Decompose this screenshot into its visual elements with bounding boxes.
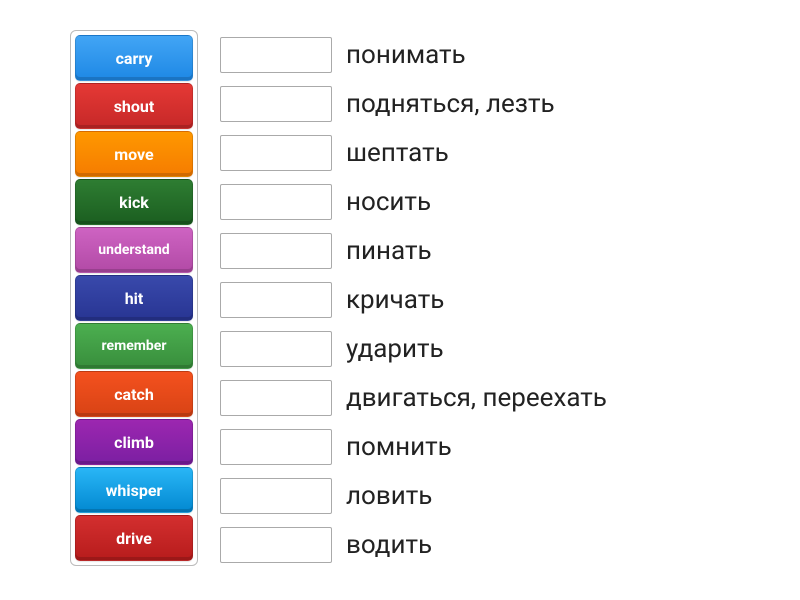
word-tile-remember[interactable]: remember: [75, 323, 193, 369]
drop-slot[interactable]: [220, 135, 332, 171]
answer-label: кричать: [346, 285, 444, 315]
drop-slot[interactable]: [220, 380, 332, 416]
word-tile-understand[interactable]: understand: [75, 227, 193, 273]
drop-slot[interactable]: [220, 527, 332, 563]
answer-label: пинать: [346, 236, 432, 266]
answer-row: подняться, лезть: [220, 79, 607, 128]
answer-label: водить: [346, 530, 432, 560]
drop-slot[interactable]: [220, 331, 332, 367]
word-label: remember: [102, 338, 167, 354]
word-tile-climb[interactable]: climb: [75, 419, 193, 465]
answer-row: ловить: [220, 471, 607, 520]
answer-label: ударить: [346, 334, 444, 364]
word-tile-catch[interactable]: catch: [75, 371, 193, 417]
answer-row: шептать: [220, 128, 607, 177]
drop-slot[interactable]: [220, 37, 332, 73]
word-label: shout: [114, 97, 155, 116]
answer-row: водить: [220, 520, 607, 569]
word-tile-drive[interactable]: drive: [75, 515, 193, 561]
drop-slot[interactable]: [220, 233, 332, 269]
answer-row: пинать: [220, 226, 607, 275]
answer-row: кричать: [220, 275, 607, 324]
drop-slot[interactable]: [220, 86, 332, 122]
word-tile-shout[interactable]: shout: [75, 83, 193, 129]
word-label: move: [114, 145, 153, 164]
word-tile-carry[interactable]: carry: [75, 35, 193, 81]
word-tile-kick[interactable]: kick: [75, 179, 193, 225]
word-label: carry: [116, 49, 153, 68]
answer-label: шептать: [346, 138, 449, 168]
word-label: drive: [116, 529, 152, 548]
answer-row: двигаться, переехать: [220, 373, 607, 422]
drop-slot[interactable]: [220, 478, 332, 514]
word-tile-move[interactable]: move: [75, 131, 193, 177]
drop-slot[interactable]: [220, 282, 332, 318]
answer-column: понимать подняться, лезть шептать носить…: [220, 30, 607, 569]
answer-row: ударить: [220, 324, 607, 373]
answer-label: носить: [346, 187, 431, 217]
answer-label: понимать: [346, 40, 466, 70]
word-label: kick: [119, 193, 149, 212]
answer-label: помнить: [346, 432, 452, 462]
word-tile-whisper[interactable]: whisper: [75, 467, 193, 513]
matching-activity: carry shout move kick understand hit rem…: [70, 30, 730, 569]
drop-slot[interactable]: [220, 429, 332, 465]
answer-label: ловить: [346, 481, 432, 511]
answer-label: двигаться, переехать: [346, 383, 607, 413]
word-label: catch: [114, 385, 154, 404]
word-label: climb: [114, 433, 154, 452]
answer-label: подняться, лезть: [346, 89, 555, 119]
drop-slot[interactable]: [220, 184, 332, 220]
word-tile-hit[interactable]: hit: [75, 275, 193, 321]
answer-row: помнить: [220, 422, 607, 471]
answer-row: носить: [220, 177, 607, 226]
word-label: whisper: [106, 481, 163, 500]
word-label: hit: [125, 289, 144, 308]
word-bank: carry shout move kick understand hit rem…: [70, 30, 198, 566]
word-label: understand: [98, 242, 169, 258]
answer-row: понимать: [220, 30, 607, 79]
